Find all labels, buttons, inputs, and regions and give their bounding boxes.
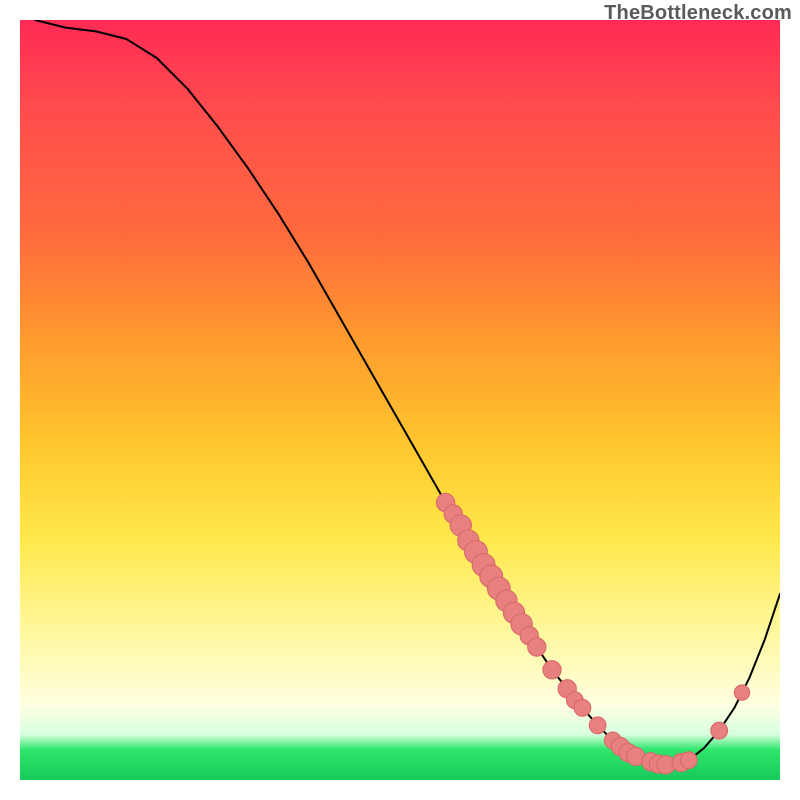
curve-marker — [589, 717, 606, 734]
chart-svg — [20, 20, 780, 780]
curve-marker — [711, 722, 728, 739]
curve-marker — [574, 699, 591, 716]
curve-markers-group — [436, 493, 749, 773]
chart-plot-area — [20, 20, 780, 780]
chart-stage: TheBottleneck.com — [0, 0, 800, 800]
curve-marker — [680, 752, 697, 769]
curve-marker — [528, 638, 546, 656]
curve-marker — [543, 661, 561, 679]
curve-marker — [734, 685, 749, 700]
bottleneck-curve-line — [35, 20, 780, 765]
